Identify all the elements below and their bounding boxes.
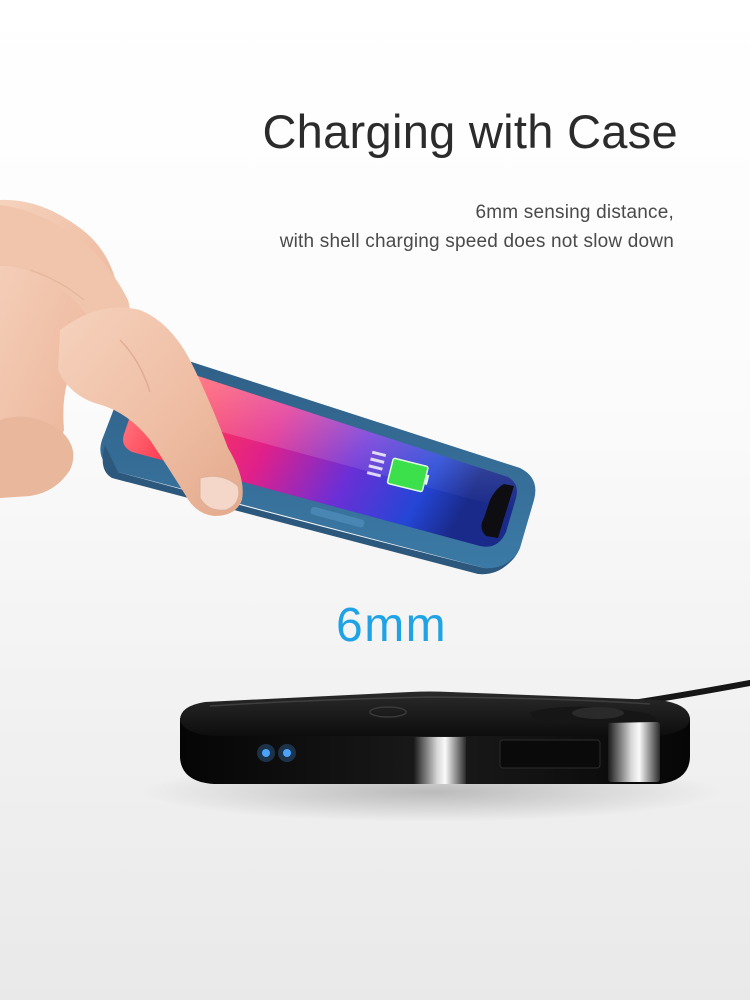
subtitle-line-2: with shell charging speed does not slow … xyxy=(279,231,674,252)
headline: Charging with Case xyxy=(262,105,678,158)
product-page: Charging with Case 6mm sensing distance,… xyxy=(0,0,750,1000)
subtitle-line-1: 6mm sensing distance, xyxy=(475,202,674,223)
distance-label: 6mm xyxy=(336,599,448,652)
wireless-charger-pad xyxy=(180,691,690,784)
